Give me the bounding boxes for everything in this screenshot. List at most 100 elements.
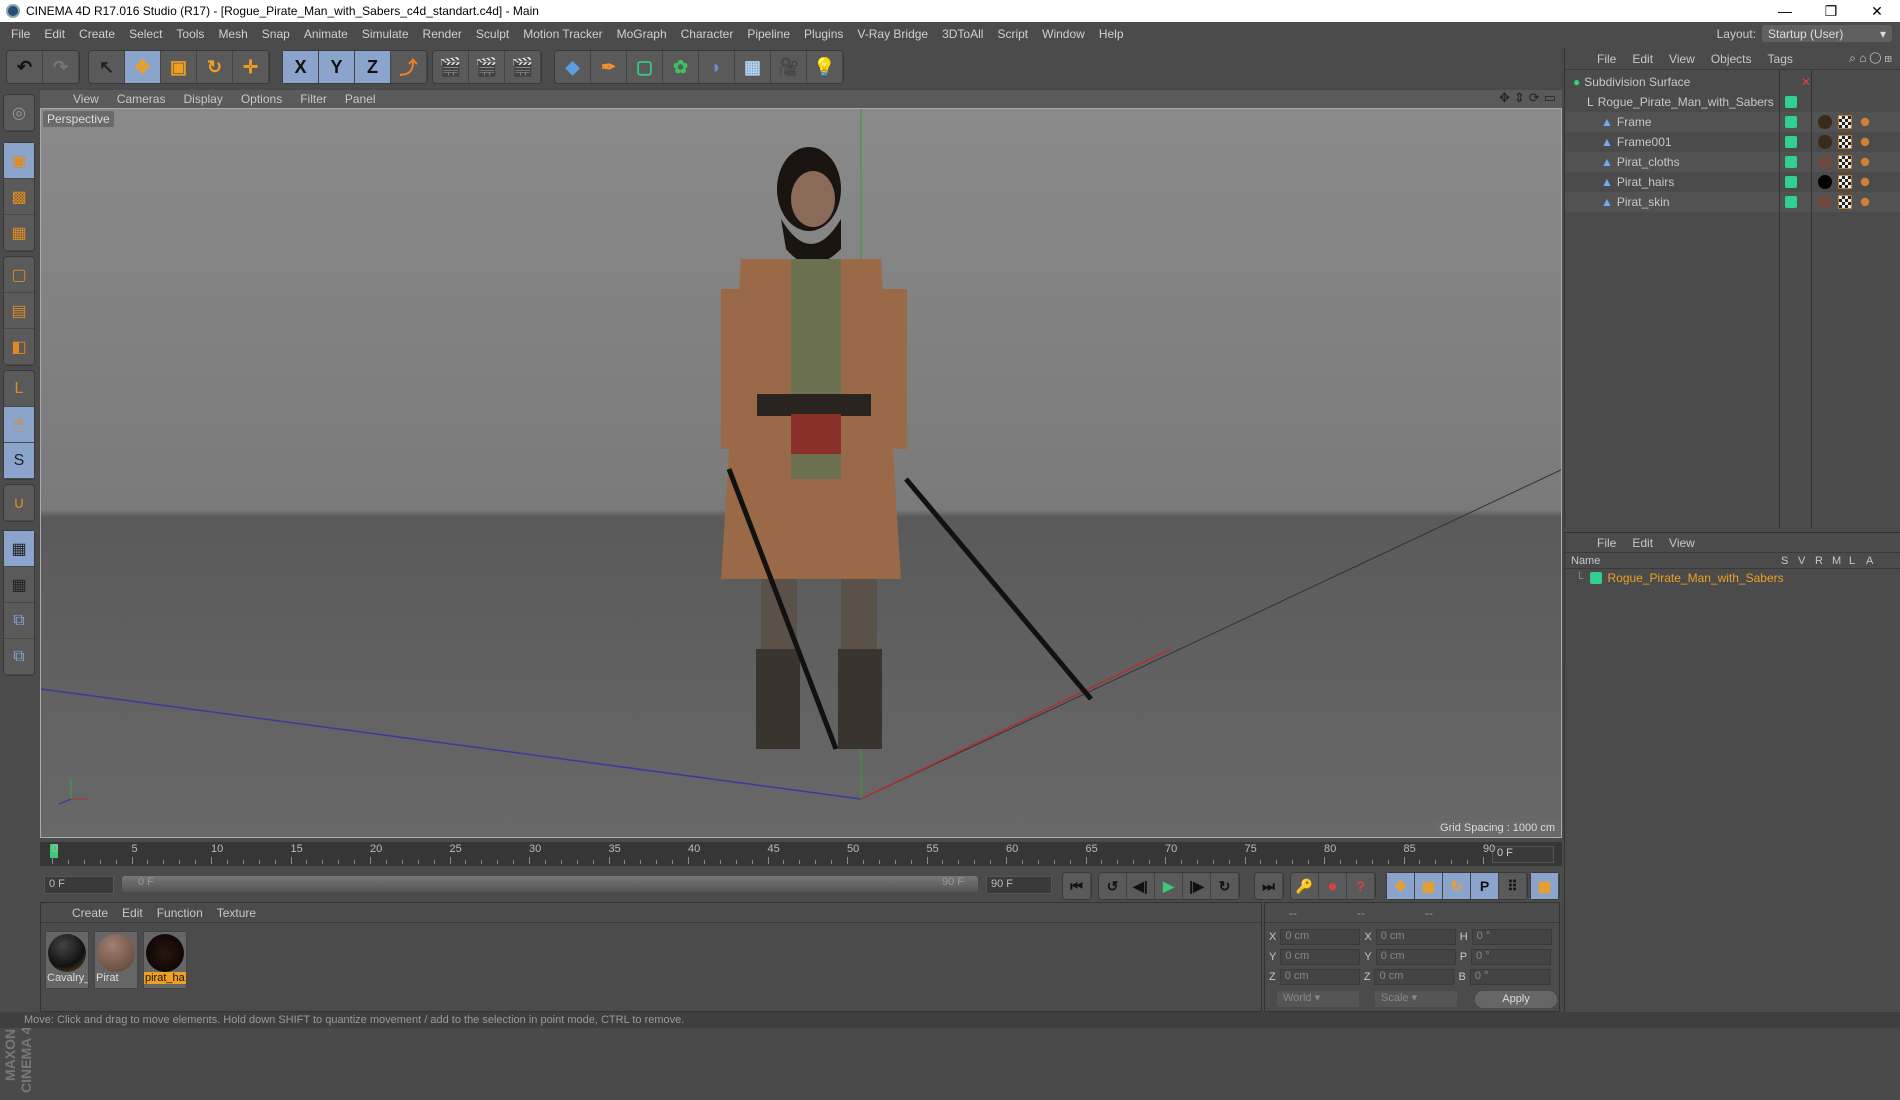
viewport-menu-cameras[interactable]: Cameras [108, 92, 175, 106]
record-button[interactable]: ⏺ [1319, 873, 1347, 899]
material-tag-icon[interactable] [1818, 175, 1832, 189]
layer-color-swatch[interactable] [1589, 572, 1602, 584]
apply-button[interactable]: Apply [1475, 991, 1557, 1008]
visibility-swatch[interactable] [1785, 136, 1797, 148]
light-icon[interactable]: 💡 [807, 51, 843, 83]
object-name[interactable]: Frame [1617, 115, 1652, 129]
end-frame-field[interactable]: 90 F [986, 876, 1052, 894]
viewport-menu-panel[interactable]: Panel [336, 92, 385, 106]
weight-tag-icon[interactable] [1860, 117, 1870, 127]
transform-tool[interactable]: ✛ [233, 51, 269, 83]
position-y-field[interactable]: 0 cm [1280, 949, 1361, 965]
size-z-field[interactable]: 0 cm [1374, 969, 1455, 985]
x-axis-lock[interactable]: X [283, 51, 319, 83]
object-menu-tags[interactable]: Tags [1760, 52, 1801, 66]
make-editable-icon[interactable]: ◎ [4, 95, 34, 131]
material-item-selected[interactable]: pirat_ha [143, 931, 187, 989]
visibility-swatch[interactable] [1785, 96, 1797, 108]
object-menu-objects[interactable]: Objects [1703, 52, 1760, 66]
rotation-p-field[interactable]: 0 ° [1471, 949, 1552, 965]
undo-button[interactable]: ↶ [7, 51, 43, 83]
rotation-b-field[interactable]: 0 ° [1469, 969, 1550, 985]
search-icon[interactable]: ⌕ ⌂ ◯ ⊞ [1849, 51, 1892, 66]
menu-plugins[interactable]: Plugins [797, 27, 850, 41]
points-mode-icon[interactable]: ▢ [4, 257, 34, 293]
start-frame-field[interactable]: 0 F [44, 876, 114, 894]
uvw-tag-icon[interactable] [1838, 135, 1852, 149]
z-axis-lock[interactable]: Z [355, 51, 391, 83]
weight-tag-icon[interactable] [1860, 157, 1870, 167]
object-row[interactable]: ▲ Frame [1565, 112, 1900, 132]
key-rotation-button[interactable]: ↻ [1443, 873, 1471, 899]
column-r[interactable]: R [1815, 555, 1823, 567]
menu-edit[interactable]: Edit [37, 27, 72, 41]
viewport-menu-display[interactable]: Display [174, 92, 231, 106]
layer-menu-view[interactable]: View [1661, 536, 1703, 550]
deformer-icon[interactable]: ◗ [699, 51, 735, 83]
key-pla-button[interactable]: ⠿ [1499, 873, 1527, 899]
goto-start-button[interactable]: ⏮ [1063, 873, 1091, 899]
rotate-tool[interactable]: ↻ [197, 51, 233, 83]
column-name[interactable]: Name [1571, 555, 1600, 567]
y-axis-lock[interactable]: Y [319, 51, 355, 83]
timeline-ruler[interactable]: 0 F 0 5 10 15 20 25 30 35 40 45 50 55 60 65 70 75 80 85 90 [40, 842, 1562, 866]
tweak-mode-icon[interactable]: 🖱 [4, 407, 34, 443]
material-tag-icon[interactable] [1818, 155, 1832, 169]
key-icon[interactable]: 🔑 [1291, 873, 1319, 899]
snap-icon[interactable]: S [4, 443, 34, 479]
cube-icon[interactable]: ◆ [555, 51, 591, 83]
menu-3dtoall[interactable]: 3DToAll [935, 27, 990, 41]
viewport-menu-options[interactable]: Options [232, 92, 291, 106]
move-tool[interactable]: ✥ [125, 51, 161, 83]
prev-key-button[interactable]: ↺ [1099, 873, 1127, 899]
python-icon[interactable]: ⧉ [4, 603, 34, 639]
material-menu-create[interactable]: Create [65, 906, 115, 920]
menu-simulate[interactable]: Simulate [355, 27, 416, 41]
object-row[interactable]: ▲ Frame001 [1565, 132, 1900, 152]
play-button[interactable]: ▶ [1155, 873, 1183, 899]
layer-row[interactable]: └ Rogue_Pirate_Man_with_Sabers [1565, 569, 1900, 587]
object-row[interactable]: ▲ Pirat_cloths [1565, 152, 1900, 172]
python-script-icon[interactable]: ⧉ [4, 639, 34, 675]
polygons-mode-icon[interactable]: ◧ [4, 329, 34, 365]
menu-animate[interactable]: Animate [297, 27, 355, 41]
layer-menu-edit[interactable]: Edit [1624, 536, 1661, 550]
column-a[interactable]: A [1866, 555, 1873, 567]
menu-v-ray-bridge[interactable]: V-Ray Bridge [850, 27, 935, 41]
key-scale-button[interactable]: ▣ [1415, 873, 1443, 899]
locked-workplane-icon[interactable]: ▦ [4, 531, 34, 567]
pen-spline-icon[interactable]: ✒ [591, 51, 627, 83]
key-position-button[interactable]: ✥ [1387, 873, 1415, 899]
uvw-tag-icon[interactable] [1838, 155, 1852, 169]
render-settings-button[interactable]: 🎬 [505, 51, 541, 83]
zoom-view-icon[interactable]: ⇕ [1514, 90, 1525, 106]
restore-button[interactable]: ❐ [1808, 0, 1854, 22]
object-name[interactable]: Frame001 [1617, 135, 1672, 149]
axis-mode-icon[interactable]: L [4, 371, 34, 407]
column-m[interactable]: M [1832, 555, 1841, 567]
timeline-window-button[interactable]: ▦ [1531, 873, 1559, 899]
current-frame-field[interactable]: 0 F [1492, 846, 1554, 863]
object-row[interactable]: ● Subdivision Surface ✕ [1565, 72, 1900, 92]
weight-tag-icon[interactable] [1860, 177, 1870, 187]
viewport-menu-filter[interactable]: Filter [291, 92, 336, 106]
menu-motion-tracker[interactable]: Motion Tracker [516, 27, 609, 41]
material-menu-texture[interactable]: Texture [210, 906, 263, 920]
layer-name[interactable]: Rogue_Pirate_Man_with_Sabers [1608, 571, 1784, 585]
menu-file[interactable]: File [4, 27, 37, 41]
3d-viewport[interactable]: Perspective Grid Spacing : 1000 cm [40, 108, 1562, 838]
workplane-align-icon[interactable]: ▦ [4, 567, 34, 603]
object-menu-file[interactable]: File [1589, 52, 1624, 66]
size-y-field[interactable]: 0 cm [1375, 949, 1456, 965]
magnet-icon[interactable]: ∪ [4, 485, 34, 521]
prev-frame-button[interactable]: ◀| [1127, 873, 1155, 899]
position-x-field[interactable]: 0 cm [1280, 929, 1361, 945]
visibility-swatch[interactable] [1785, 156, 1797, 168]
column-l[interactable]: L [1849, 555, 1855, 567]
size-x-field[interactable]: 0 cm [1375, 929, 1456, 945]
toggle-view-icon[interactable]: ▭ [1544, 90, 1556, 106]
menu-help[interactable]: Help [1092, 27, 1131, 41]
object-row[interactable]: L Rogue_Pirate_Man_with_Sabers [1565, 92, 1900, 112]
scale-tool[interactable]: ▣ [161, 51, 197, 83]
rotation-h-field[interactable]: 0 ° [1471, 929, 1552, 945]
